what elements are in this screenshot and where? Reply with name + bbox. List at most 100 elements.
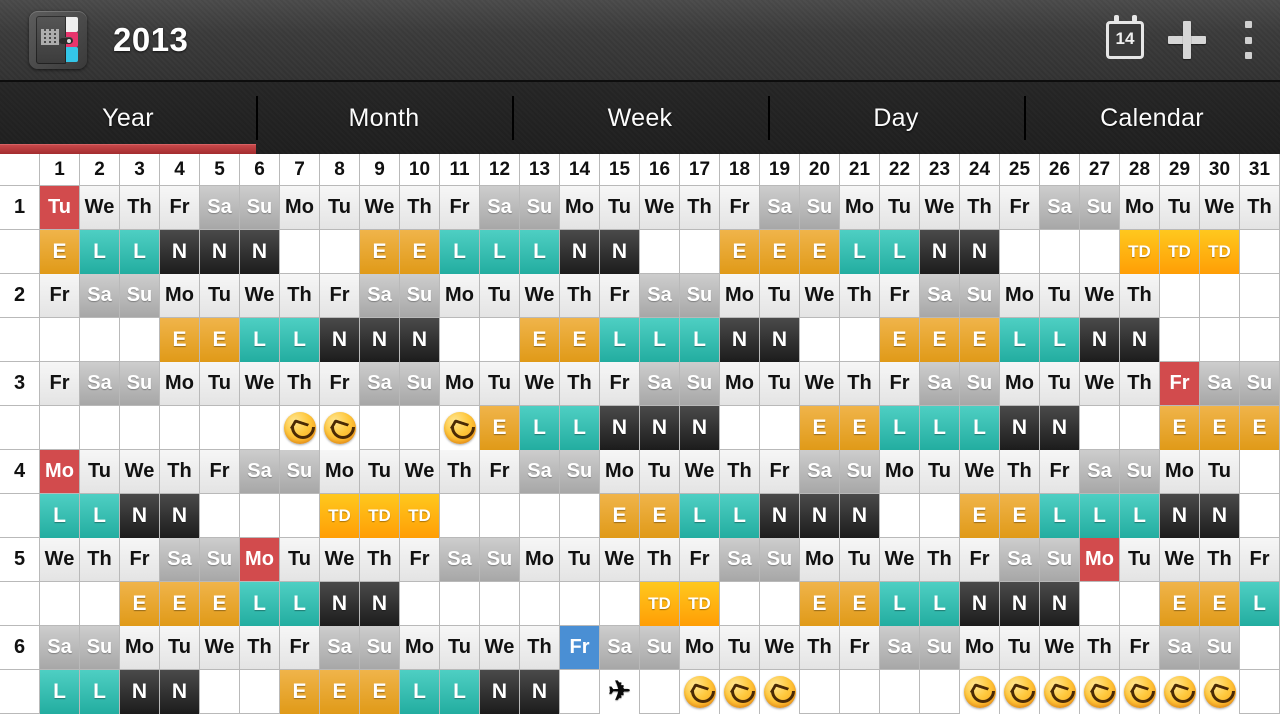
shift-cell-3-7[interactable] [280, 405, 320, 450]
day-cell-4-13[interactable]: Sa [520, 450, 560, 493]
day-cell-5-8[interactable]: We [320, 538, 360, 581]
day-cell-1-21[interactable]: Mo [840, 186, 880, 229]
day-cell-6-21[interactable]: Fr [840, 626, 880, 669]
shift-cell-6-30[interactable] [1200, 669, 1240, 714]
shift-cell-3-11[interactable] [440, 405, 480, 450]
day-cell-1-19[interactable]: Sa [760, 186, 800, 229]
day-cell-5-14[interactable]: Tu [560, 538, 600, 581]
shift-cell-1-4[interactable]: N [160, 229, 200, 274]
app-icon[interactable] [29, 11, 87, 69]
day-cell-3-14[interactable]: Th [560, 362, 600, 405]
day-cell-1-9[interactable]: We [360, 186, 400, 229]
shift-cell-4-18[interactable]: L [720, 493, 760, 538]
day-cell-4-6[interactable]: Sa [240, 450, 280, 493]
day-cell-4-1[interactable]: Mo [40, 450, 80, 493]
shift-cell-5-24[interactable]: N [960, 581, 1000, 626]
shift-cell-4-20[interactable]: N [800, 493, 840, 538]
day-cell-2-24[interactable]: Su [960, 274, 1000, 317]
day-cell-3-21[interactable]: Th [840, 362, 880, 405]
day-cell-5-5[interactable]: Su [200, 538, 240, 581]
shift-cell-6-4[interactable]: N [160, 669, 200, 714]
day-cell-1-6[interactable]: Su [240, 186, 280, 229]
shift-cell-2-6[interactable]: L [240, 317, 280, 362]
shift-cell-5-21[interactable]: E [840, 581, 880, 626]
shift-cell-6-17[interactable] [680, 669, 720, 714]
day-cell-5-2[interactable]: Th [80, 538, 120, 581]
day-cell-1-27[interactable]: Su [1080, 186, 1120, 229]
shift-cell-1-14[interactable]: N [560, 229, 600, 274]
day-cell-4-20[interactable]: Sa [800, 450, 840, 493]
day-cell-4-29[interactable]: Mo [1160, 450, 1200, 493]
day-cell-3-12[interactable]: Tu [480, 362, 520, 405]
day-cell-5-9[interactable]: Th [360, 538, 400, 581]
day-cell-3-7[interactable]: Th [280, 362, 320, 405]
day-cell-4-28[interactable]: Su [1120, 450, 1160, 493]
shift-cell-2-26[interactable]: L [1040, 317, 1080, 362]
day-cell-2-8[interactable]: Fr [320, 274, 360, 317]
shift-cell-5-31[interactable]: L [1240, 581, 1280, 626]
shift-cell-1-19[interactable]: E [760, 229, 800, 274]
day-cell-6-4[interactable]: Tu [160, 626, 200, 669]
shift-cell-1-23[interactable]: N [920, 229, 960, 274]
shift-cell-3-23[interactable]: L [920, 405, 960, 450]
day-cell-1-10[interactable]: Th [400, 186, 440, 229]
day-cell-4-25[interactable]: Th [1000, 450, 1040, 493]
shift-cell-4-28[interactable]: L [1120, 493, 1160, 538]
shift-cell-1-11[interactable]: L [440, 229, 480, 274]
shift-cell-3-25[interactable]: N [1000, 405, 1040, 450]
day-cell-3-23[interactable]: Sa [920, 362, 960, 405]
day-cell-4-16[interactable]: Tu [640, 450, 680, 493]
shift-cell-3-20[interactable]: E [800, 405, 840, 450]
shift-cell-5-26[interactable]: N [1040, 581, 1080, 626]
day-cell-5-22[interactable]: We [880, 538, 920, 581]
day-cell-5-10[interactable]: Fr [400, 538, 440, 581]
shift-cell-1-15[interactable]: N [600, 229, 640, 274]
day-cell-3-17[interactable]: Su [680, 362, 720, 405]
day-cell-2-7[interactable]: Th [280, 274, 320, 317]
shift-cell-1-5[interactable]: N [200, 229, 240, 274]
day-cell-3-8[interactable]: Fr [320, 362, 360, 405]
shift-cell-5-29[interactable]: E [1160, 581, 1200, 626]
shift-cell-3-12[interactable]: E [480, 405, 520, 450]
day-cell-3-13[interactable]: We [520, 362, 560, 405]
day-cell-5-11[interactable]: Sa [440, 538, 480, 581]
day-cell-3-19[interactable]: Tu [760, 362, 800, 405]
shift-cell-3-14[interactable]: L [560, 405, 600, 450]
shift-cell-6-13[interactable]: N [520, 669, 560, 714]
shift-cell-6-26[interactable] [1040, 669, 1080, 714]
shift-cell-6-28[interactable] [1120, 669, 1160, 714]
day-cell-1-8[interactable]: Tu [320, 186, 360, 229]
shift-cell-1-30[interactable]: TD [1200, 229, 1240, 274]
shift-cell-5-22[interactable]: L [880, 581, 920, 626]
day-cell-3-31[interactable]: Su [1240, 362, 1280, 405]
shift-cell-1-18[interactable]: E [720, 229, 760, 274]
day-cell-4-19[interactable]: Fr [760, 450, 800, 493]
tab-year[interactable]: Year [0, 82, 256, 154]
shift-cell-2-28[interactable]: N [1120, 317, 1160, 362]
day-cell-6-20[interactable]: Th [800, 626, 840, 669]
day-cell-1-14[interactable]: Mo [560, 186, 600, 229]
day-cell-5-18[interactable]: Sa [720, 538, 760, 581]
day-cell-4-24[interactable]: We [960, 450, 1000, 493]
day-cell-2-14[interactable]: Th [560, 274, 600, 317]
shift-cell-1-1[interactable]: E [40, 229, 80, 274]
day-cell-6-16[interactable]: Su [640, 626, 680, 669]
day-cell-4-8[interactable]: Mo [320, 450, 360, 493]
shift-cell-4-2[interactable]: L [80, 493, 120, 538]
day-cell-5-30[interactable]: Th [1200, 538, 1240, 581]
shift-cell-3-16[interactable]: N [640, 405, 680, 450]
day-cell-4-7[interactable]: Su [280, 450, 320, 493]
day-cell-1-26[interactable]: Sa [1040, 186, 1080, 229]
shift-cell-6-10[interactable]: L [400, 669, 440, 714]
add-button[interactable] [1156, 0, 1218, 81]
day-cell-5-1[interactable]: We [40, 538, 80, 581]
day-cell-1-17[interactable]: Th [680, 186, 720, 229]
day-cell-4-26[interactable]: Fr [1040, 450, 1080, 493]
shift-cell-6-29[interactable] [1160, 669, 1200, 714]
shift-cell-3-21[interactable]: E [840, 405, 880, 450]
day-cell-2-13[interactable]: We [520, 274, 560, 317]
day-cell-3-15[interactable]: Fr [600, 362, 640, 405]
day-cell-4-23[interactable]: Tu [920, 450, 960, 493]
day-cell-3-24[interactable]: Su [960, 362, 1000, 405]
day-cell-6-15[interactable]: Sa [600, 626, 640, 669]
